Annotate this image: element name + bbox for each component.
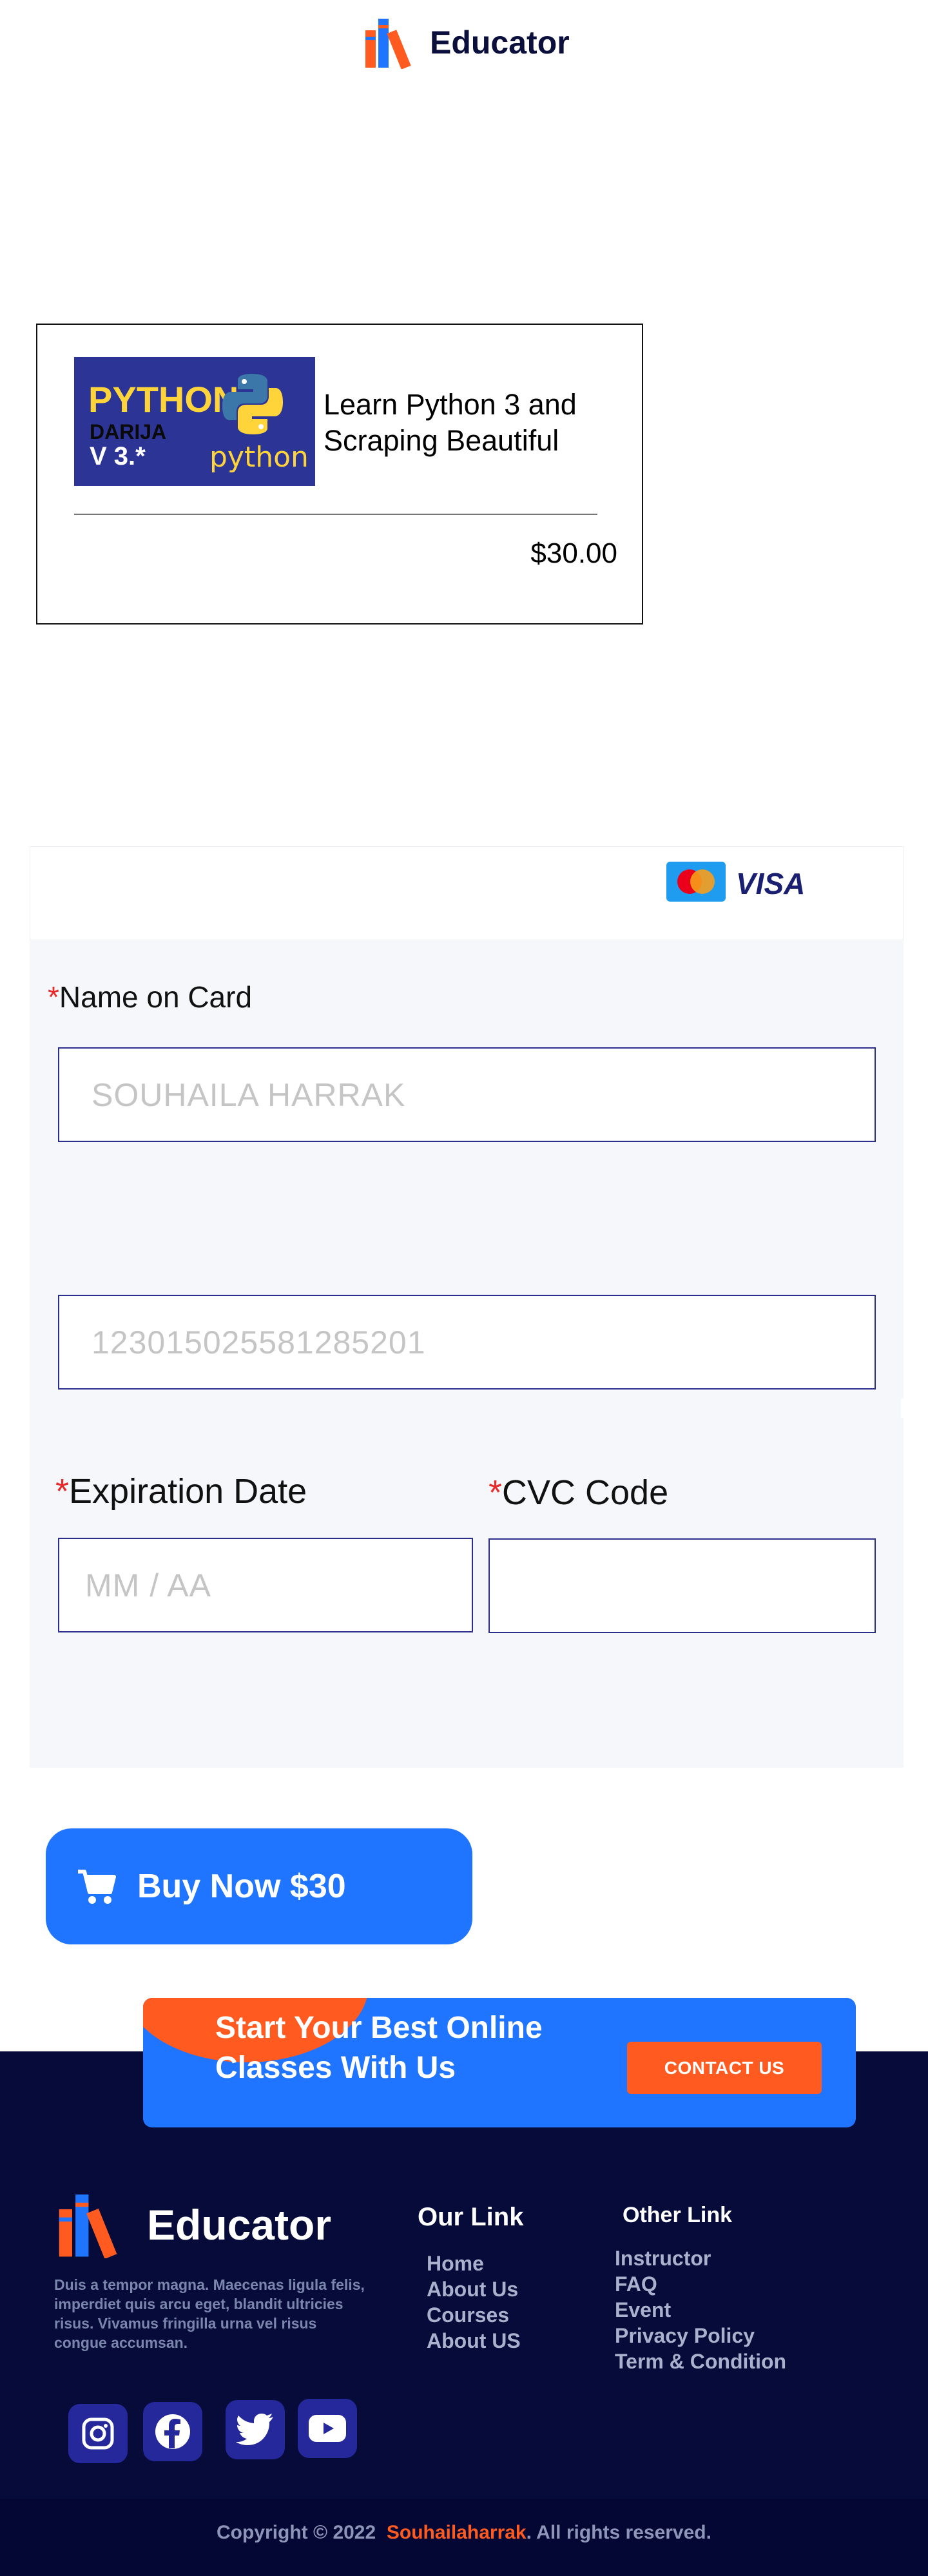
python-logo-icon [222, 374, 283, 434]
python-wordmark: python [209, 441, 309, 474]
course-summary-card: PYTHON DARIJA V 3.* python Learn Python … [36, 324, 643, 625]
youtube-icon[interactable] [298, 2399, 357, 2458]
visa-icon: VISA [736, 867, 806, 900]
divider [901, 1399, 905, 1418]
copyright-text: Copyright © 2022 Souhailaharrak. All rig… [0, 2522, 928, 2544]
cvc-code-input[interactable] [488, 1538, 876, 1633]
footer-link-privacy-policy[interactable]: Privacy Policy [615, 2323, 786, 2348]
expiration-label-text: Expiration Date [69, 1472, 307, 1511]
footer-link-about-us-2[interactable]: About US [427, 2328, 521, 2354]
buy-now-label: Buy Now $30 [137, 1868, 346, 1905]
expiration-date-input[interactable]: MM / AA [58, 1538, 473, 1632]
books-logo-icon [364, 16, 421, 70]
our-links-list: Home About Us Courses About US [427, 2251, 521, 2354]
copyright-brand-link[interactable]: Souhailaharrak [387, 2522, 527, 2543]
name-label-text: Name on Card [59, 980, 253, 1014]
expiration-date-label: *Expiration Date [55, 1471, 307, 1511]
cta-banner: Start Your Best Online Classes With Us C… [143, 1998, 856, 2127]
required-mark: * [55, 1472, 70, 1511]
thumb-line-3: V 3.* [90, 442, 146, 470]
other-link-heading: Other Link [623, 2203, 733, 2227]
course-price: $30.00 [530, 537, 617, 569]
twitter-icon[interactable] [226, 2400, 285, 2459]
divider [74, 514, 597, 515]
footer-link-event[interactable]: Event [615, 2297, 786, 2323]
facebook-icon[interactable] [143, 2402, 202, 2461]
footer-logo[interactable]: Educator [54, 2191, 331, 2258]
course-title: Learn Python 3 and Scraping Beautiful [324, 388, 577, 457]
footer-link-faq[interactable]: FAQ [615, 2271, 786, 2297]
footer-link-home[interactable]: Home [427, 2251, 521, 2276]
footer-logo-text: Educator [147, 2201, 332, 2249]
contact-us-button[interactable]: CONTACT US [627, 2042, 822, 2094]
our-link-heading: Our Link [418, 2203, 524, 2231]
footer-link-about-us[interactable]: About Us [427, 2276, 521, 2302]
footer-description: Duis a tempor magna. Maecenas ligula fel… [54, 2276, 365, 2351]
mastercard-icon [666, 862, 726, 902]
copyright-prefix: Copyright © 2022 [217, 2522, 376, 2543]
cta-heading: Start Your Best Online Classes With Us [215, 2011, 543, 2085]
thumb-line-2: DARIJA [90, 420, 167, 443]
footer-link-instructor[interactable]: Instructor [615, 2245, 786, 2271]
other-links-list: Instructor FAQ Event Privacy Policy Term… [615, 2245, 786, 2374]
copyright-suffix: . All rights reserved. [526, 2522, 711, 2543]
cvc-label-text: CVC Code [502, 1473, 669, 1512]
site-logo[interactable]: Educator [364, 15, 570, 70]
name-on-card-label: *Name on Card [48, 980, 252, 1014]
buy-now-button[interactable]: Buy Now $30 [46, 1828, 472, 1944]
required-mark: * [48, 980, 59, 1014]
card-number-input[interactable]: 1230150255812852​01 [58, 1295, 876, 1390]
footer-link-terms[interactable]: Term & Condition [615, 2348, 786, 2374]
name-on-card-input[interactable]: SOUHAILA HARRAK [58, 1047, 876, 1142]
books-logo-icon [59, 2194, 117, 2258]
thumb-line-1: PYTHON [88, 379, 239, 420]
course-thumbnail: PYTHON DARIJA V 3.* python [74, 357, 315, 486]
logo-text: Educator [430, 24, 570, 61]
cart-icon [78, 1870, 116, 1904]
cvc-code-label: *CVC Code [488, 1473, 668, 1513]
instagram-icon[interactable] [68, 2404, 128, 2463]
required-mark: * [488, 1473, 503, 1512]
footer-link-courses[interactable]: Courses [427, 2302, 521, 2328]
